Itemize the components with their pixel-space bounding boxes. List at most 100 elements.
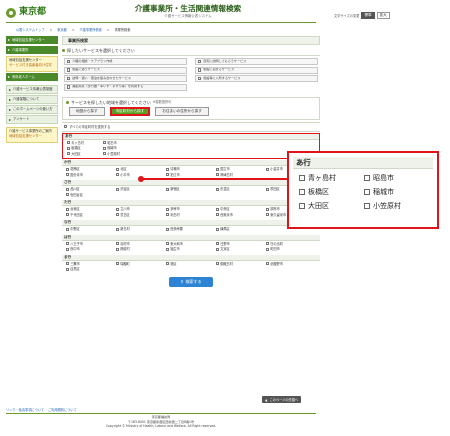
checkbox-icon — [216, 213, 220, 217]
municipality-checkbox[interactable]: 港区 — [166, 262, 216, 267]
arrow-icon — [9, 118, 11, 121]
breadcrumb-item[interactable]: 東京都 — [57, 28, 67, 32]
service-option[interactable]: 介護の相談・ケアプラン作成 — [64, 58, 187, 65]
nav-item-hoken[interactable]: 介護保険について — [6, 95, 58, 104]
municipality-checkbox[interactable]: 千代田区 — [66, 213, 116, 218]
site-logo[interactable]: 東京都 — [6, 6, 46, 20]
municipality-checkbox[interactable]: 三鷹市 — [66, 262, 116, 267]
municipality-checkbox[interactable]: 瑞穂町 — [116, 262, 166, 267]
municipality-label: 日野市 — [220, 241, 230, 246]
zoom-municipality-label: 小笠原村 — [373, 201, 401, 210]
municipality-checkbox[interactable]: 御蔵島村 — [216, 262, 266, 267]
back-to-top-button[interactable]: ▲ このページの先頭へ — [262, 396, 302, 403]
municipality-checkbox[interactable]: 板橋区 — [67, 146, 103, 151]
nav-item-survey[interactable]: アンケート — [6, 115, 58, 124]
municipality-checkbox[interactable]: 多摩市 — [166, 207, 216, 212]
checkbox-icon — [166, 187, 170, 191]
service-option[interactable]: 施設等に入所するサービス — [195, 75, 318, 82]
municipality-checkbox[interactable]: 日の出町 — [266, 242, 316, 247]
municipality-checkbox[interactable]: 利島村 — [166, 213, 216, 218]
municipality-label: 台東区 — [70, 207, 80, 212]
municipality-checkbox[interactable]: 日野市 — [216, 242, 266, 247]
municipality-checkbox[interactable]: 神津島村 — [216, 173, 266, 178]
tab-municipality-search[interactable]: 市区町村から探す — [109, 106, 151, 116]
municipality-checkbox[interactable]: 小笠原村 — [103, 152, 139, 157]
municipality-checkbox[interactable]: 国分寺市 — [66, 173, 116, 178]
service-option[interactable]: 訪問・通い・宿泊を組み合わせたサービス — [64, 75, 187, 82]
nav-item-yuryou[interactable]: 有料老人ホーム — [6, 73, 58, 82]
checkbox-icon — [67, 76, 71, 81]
sidebar-nav: 地域包括支援センター 介護事業所 地域包括支援センター サービス付き高齢者向け住宅… — [6, 36, 58, 144]
tab-address-search[interactable]: お住まいの住所から探す — [155, 106, 209, 116]
municipality-checkbox[interactable]: 立川市 — [116, 207, 166, 212]
nav-item-usage[interactable]: このホームページの使い方 — [6, 105, 58, 114]
municipality-checkbox[interactable]: 新宿区 — [166, 187, 216, 192]
municipality-label: 港区 — [170, 261, 177, 266]
municipality-checkbox[interactable]: 台東区 — [66, 207, 116, 212]
municipality-checkbox[interactable]: 中央区 — [216, 207, 266, 212]
breadcrumb-item[interactable]: 介護事業所検索 — [80, 28, 102, 32]
region-block: か行 葛飾区 北区 清瀬市 国立市 小金井市 国分寺市 小平市 狛江市 神津島村 — [62, 160, 320, 179]
checkbox-icon — [116, 227, 120, 231]
municipality-checkbox[interactable]: 品川区 — [66, 187, 116, 192]
region-municipalities: 品川区 渋谷区 新宿区 杉並区 墨田区 世田谷区 — [62, 186, 320, 199]
nav-banner-guide[interactable]: 介護サービス事業所のご案内 地域包括支援センター — [6, 127, 58, 143]
zoom-municipality-label: 板橋区 — [308, 187, 329, 196]
checkbox-icon — [66, 247, 70, 251]
municipality-checkbox[interactable]: 町田市 — [266, 247, 316, 252]
municipality-checkbox[interactable]: 豊島区 — [116, 213, 166, 218]
footer-link[interactable]: リンク・免責事項について — [6, 408, 44, 412]
municipality-checkbox[interactable]: 東大和市 — [166, 242, 216, 247]
municipality-checkbox[interactable]: 稲城市 — [103, 146, 139, 151]
font-large-button[interactable]: 拡大 — [376, 12, 390, 19]
municipality-checkbox[interactable]: 大田区 — [67, 152, 103, 157]
municipality-checkbox[interactable]: 西多摩郡 — [166, 227, 216, 232]
municipality-checkbox[interactable]: 福生市 — [166, 247, 216, 252]
nav-item-houkatsu[interactable]: 地域包括支援センター — [6, 36, 58, 45]
nav-item-label: このホームページの使い方 — [13, 107, 53, 112]
municipality-checkbox[interactable]: 渋谷区 — [116, 187, 166, 192]
checkbox-icon — [166, 213, 170, 217]
area-tabs: 地図から探す 市区町村から探す お住まいの住所から探す — [66, 106, 316, 116]
service-option[interactable]: 施設に泊まるサービス — [195, 66, 318, 74]
municipality-checkbox[interactable]: 北区 — [116, 167, 166, 172]
municipality-checkbox[interactable]: 葛飾区 — [66, 167, 116, 172]
municipality-checkbox[interactable]: 世田谷区 — [66, 193, 116, 198]
nav-item-kouhyou[interactable]: 介護サービス情報公表制度 — [6, 85, 58, 94]
font-standard-button[interactable]: 標準 — [361, 12, 375, 19]
municipality-checkbox[interactable]: 国立市 — [216, 167, 266, 172]
region-municipalities: 中野区 新島村 西多摩郡 練馬区 — [62, 226, 320, 234]
municipality-checkbox[interactable]: 目黒区 — [66, 267, 116, 272]
tokyo-logo-icon — [6, 8, 16, 18]
municipality-label: 青ヶ島村 — [71, 140, 84, 145]
municipality-checkbox[interactable]: 西東京市 — [216, 213, 266, 218]
municipality-checkbox[interactable]: 練馬区 — [216, 227, 266, 232]
service-label: 福祉用具（歩行器・車いす・手すり等）を利用する — [72, 84, 144, 89]
municipality-checkbox[interactable]: 中野区 — [66, 227, 116, 232]
municipality-checkbox[interactable]: 八王子市 — [66, 242, 116, 247]
municipality-checkbox[interactable]: 新島村 — [116, 227, 166, 232]
breadcrumb-item[interactable]: 公表システムトップ — [16, 28, 45, 32]
search-button[interactable]: ⚲ 検索する — [169, 276, 213, 287]
municipality-checkbox[interactable]: 文京区 — [216, 247, 266, 252]
service-option[interactable]: 福祉用具（歩行器・車いす・手すり等）を利用する — [64, 83, 187, 91]
checkbox-icon — [216, 262, 220, 266]
municipality-label: 練馬区 — [220, 227, 230, 232]
municipality-checkbox[interactable]: 武蔵野市 — [266, 262, 316, 267]
select-all-row[interactable]: すべての市区町村を選択する — [62, 121, 320, 132]
municipality-checkbox[interactable]: 昭島市 — [103, 141, 139, 146]
municipality-checkbox[interactable]: 狛江市 — [166, 173, 216, 178]
municipality-checkbox[interactable]: 府中市 — [66, 247, 116, 252]
municipality-checkbox[interactable]: 檜原村 — [116, 247, 166, 252]
nav-item-jigyousho[interactable]: 介護事業所 — [6, 46, 58, 55]
municipality-checkbox[interactable]: 杉並区 — [216, 187, 266, 192]
tab-map-search[interactable]: 地図から探す — [69, 106, 105, 116]
service-option[interactable]: 施設に通うサービス — [64, 66, 187, 74]
municipality-checkbox[interactable]: 羽村市 — [116, 242, 166, 247]
checkbox-icon — [103, 152, 107, 156]
municipality-checkbox[interactable]: 青ヶ島村 — [67, 141, 103, 146]
footer-link[interactable]: ご利用規約について — [48, 408, 77, 412]
municipality-checkbox[interactable]: 清瀬市 — [166, 167, 216, 172]
service-option[interactable]: 自宅に訪問してもらうサービス — [195, 58, 318, 65]
nav-item-sakoujuu[interactable]: 地域包括支援センター サービス付き高齢者向け住宅 — [6, 56, 58, 72]
